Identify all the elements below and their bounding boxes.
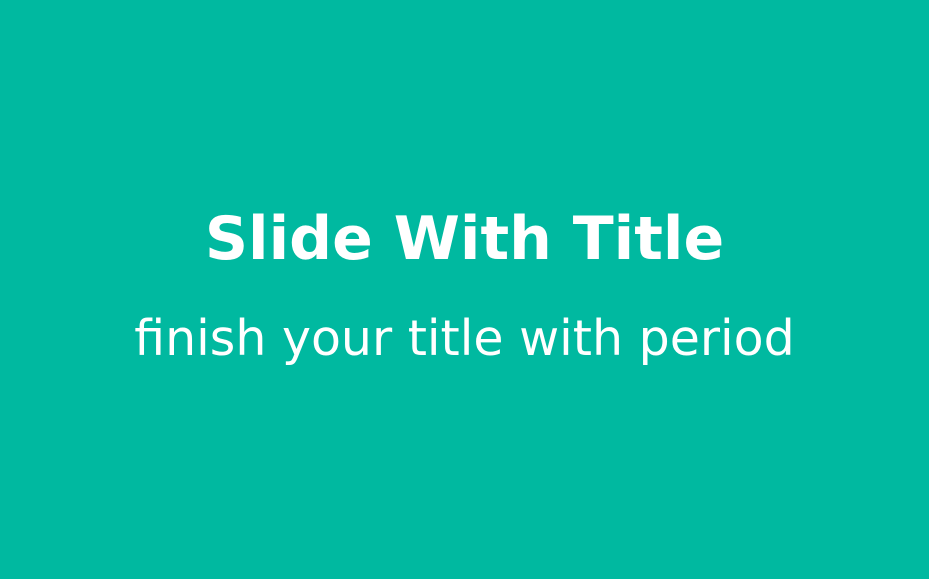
slide-title: Slide With Title bbox=[204, 204, 725, 274]
slide-subtitle: finish your title with period bbox=[134, 310, 795, 367]
slide-canvas: Slide With Title finish your title with … bbox=[0, 0, 929, 579]
